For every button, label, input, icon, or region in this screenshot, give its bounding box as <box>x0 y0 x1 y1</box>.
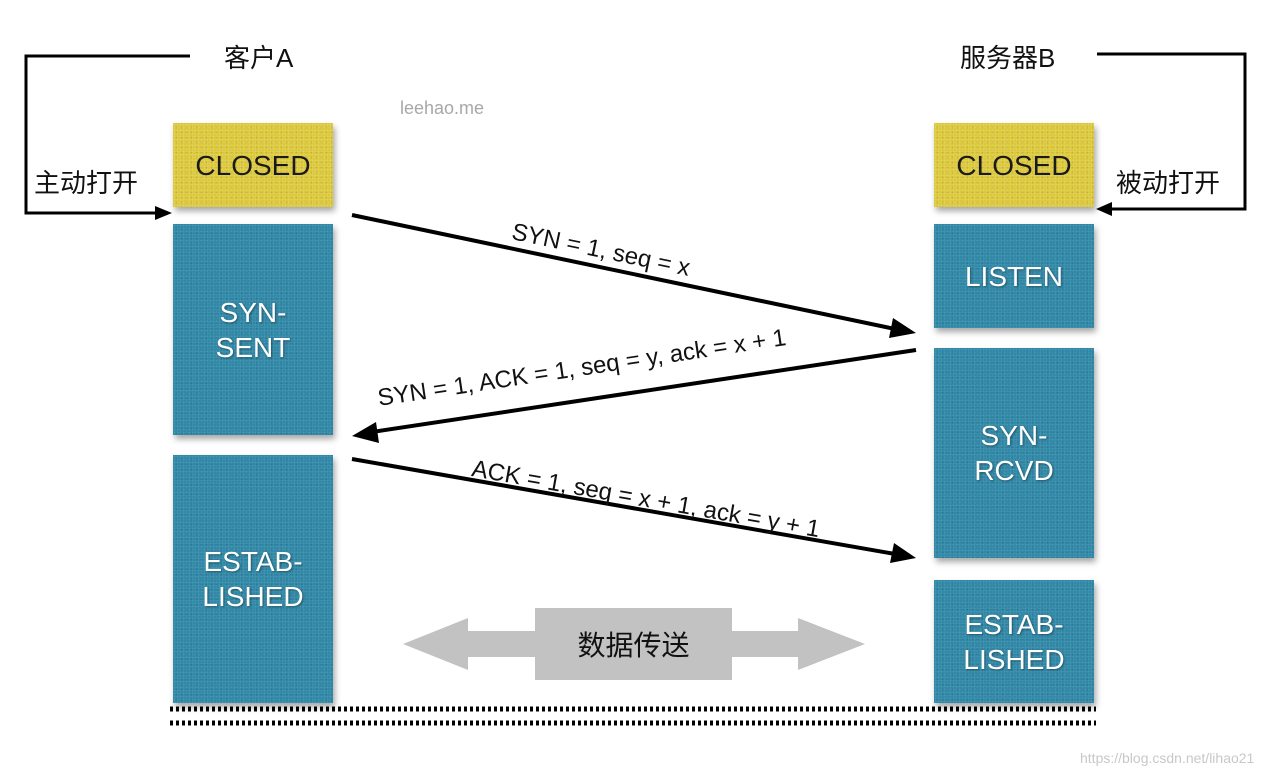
server-title: 服务器B <box>960 43 1056 73</box>
state-label-line1: SYN- <box>980 420 1048 451</box>
server-state-listen: LISTEN <box>934 224 1094 328</box>
message-arrow-syn <box>351 213 896 331</box>
state-label-line1: ESTAB- <box>203 546 303 577</box>
client-open-arrowhead <box>155 206 172 220</box>
state-label: LISTEN <box>964 260 1064 292</box>
client-active-open-label: 主动打开 <box>34 168 139 198</box>
server-state-closed: CLOSED <box>934 123 1094 207</box>
state-label-line1: ESTAB- <box>964 608 1064 640</box>
server-state-syn-rcvd: SYN- RCVD <box>934 348 1094 558</box>
footer-watermark: https://blog.csdn.net/lihao21 <box>1080 750 1255 766</box>
state-label-line2: RCVD <box>974 455 1054 486</box>
server-passive-open-label: 被动打开 <box>1116 168 1221 198</box>
server-state-established: ESTAB- LISHED <box>934 580 1094 703</box>
state-label-line1: SYN- <box>219 296 287 328</box>
state-label: CLOSED <box>195 149 311 181</box>
client-state-closed: CLOSED <box>173 123 333 207</box>
client-state-syn-sent: SYN- SENT <box>173 224 333 435</box>
data-transfer-label: 数据传送 <box>577 630 690 661</box>
message-arrowhead-ack <box>890 543 916 563</box>
state-label: CLOSED <box>956 149 1072 181</box>
message-arrowhead-synack <box>352 422 379 443</box>
state-label-line2: LISHED <box>963 643 1065 675</box>
state-label-line2: LISHED <box>202 581 304 612</box>
server-open-arrowhead <box>1096 202 1112 216</box>
message-arrowhead-syn <box>889 318 916 338</box>
watermark: leehao.me <box>400 98 485 118</box>
client-title: 客户A <box>224 43 294 73</box>
state-label-line2: SENT <box>215 331 291 363</box>
client-state-established: ESTAB- LISHED <box>173 455 333 703</box>
